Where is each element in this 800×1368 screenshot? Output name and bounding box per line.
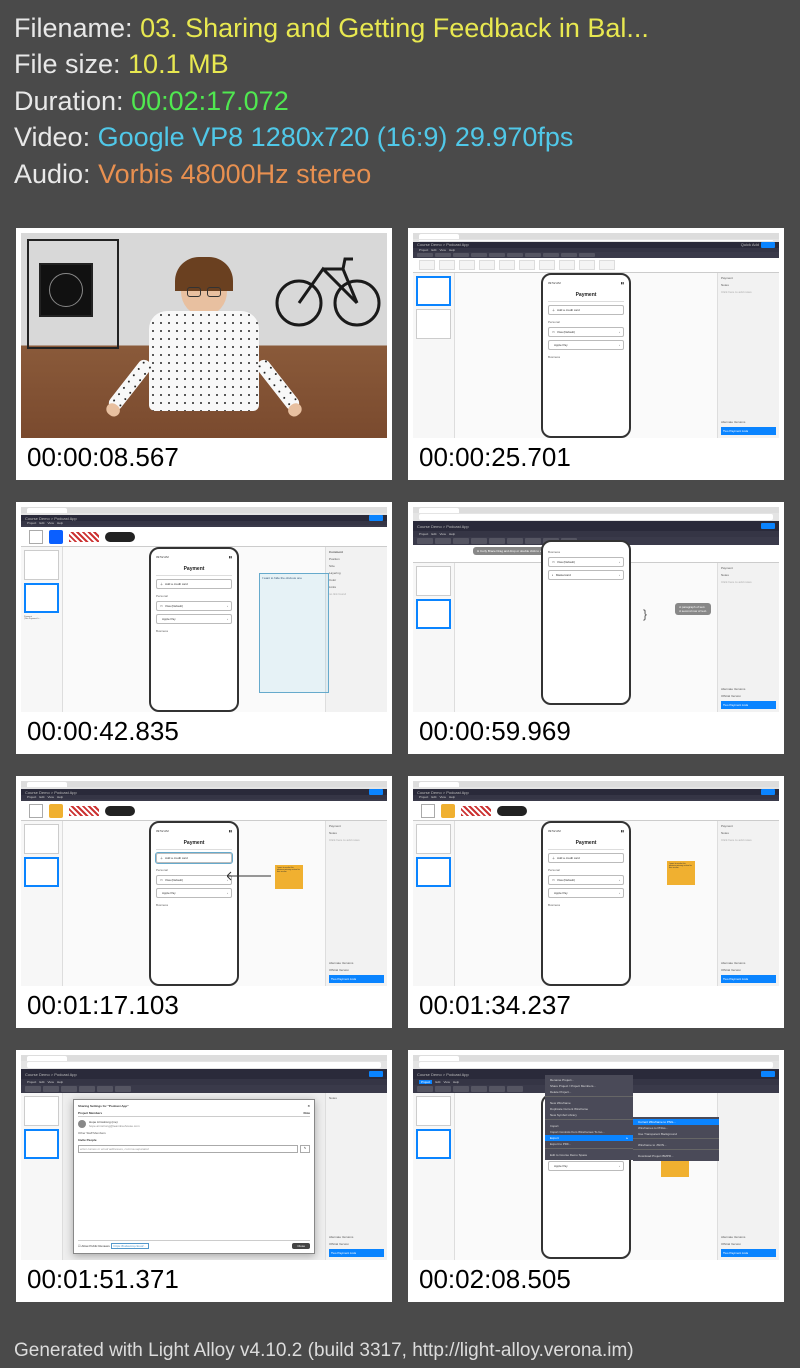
audio-value: Vorbis 48000Hz stereo — [98, 159, 371, 189]
filename-label: Filename: — [14, 13, 140, 43]
thumbnail-image: Course Demo > Podcast App ProjectEditVie… — [413, 507, 779, 712]
video-line: Video: Google VP8 1280x720 (16:9) 29.970… — [14, 119, 786, 155]
thumbnail-frame[interactable]: Course Demo > Podcast AppQuick Add Proje… — [408, 228, 784, 480]
quick-add: Quick Add — [741, 242, 759, 247]
thumbnail-image — [21, 233, 387, 438]
duration-line: Duration: 00:02:17.072 — [14, 83, 786, 119]
close-icon: ✕ — [307, 1104, 310, 1108]
thumbnail-image: Course Demo > Podcast App ProjectEditVie… — [21, 1055, 387, 1260]
timestamp-label: 00:00:08.567 — [21, 438, 387, 475]
timestamp-label: 00:01:51.371 — [21, 1260, 387, 1297]
timestamp-label: 00:02:08.505 — [413, 1260, 779, 1297]
comment-box: I want to hide the obvious one — [259, 573, 329, 693]
timestamp-label: 00:01:34.237 — [413, 986, 779, 1023]
audio-label: Audio: — [14, 159, 98, 189]
sticky-note: I want to make this obvious primary acti… — [275, 865, 303, 889]
thumbnail-frame[interactable]: Course Demo > Podcast App ProjectEditVie… — [16, 1050, 392, 1302]
thumbnail-frame[interactable]: Course Demo > Podcast App ProjectEditVie… — [16, 776, 392, 1028]
video-value: Google VP8 1280x720 (16:9) 29.970fps — [98, 122, 574, 152]
thumbnail-image: Course Demo > Podcast AppQuick Add Proje… — [413, 233, 779, 438]
close-button: Close — [292, 1243, 310, 1249]
media-info-block: Filename: 03. Sharing and Getting Feedba… — [0, 0, 800, 200]
sticky-note: I want to make this obvious primary acti… — [667, 861, 695, 885]
generator-footer: Generated with Light Alloy v4.10.2 (buil… — [14, 1340, 634, 1362]
filesize-value: 10.1 MB — [128, 49, 229, 79]
thumbnail-image: Course Demo > Podcast App ProjectEditVie… — [21, 781, 387, 986]
thumbnail-frame[interactable]: 00:00:08.567 — [16, 228, 392, 480]
thumbnail-frame[interactable]: Course Demo > Podcast App ProjectEditVie… — [408, 776, 784, 1028]
thumbnail-image: Course Demo > Podcast App ProjectEditVie… — [413, 1055, 779, 1260]
invite-input: enter names or email addresses, comma-se… — [78, 1145, 298, 1153]
timestamp-label: 00:00:42.835 — [21, 712, 387, 749]
share-button — [761, 242, 775, 248]
export-submenu: Current Wireframe to PNG... Wireframes t… — [633, 1117, 719, 1161]
thumbnail-frame[interactable]: Course Demo > Podcast App ProjectEditVie… — [408, 502, 784, 754]
thumbnail-grid: 00:00:08.567 Course Demo > Podcast App Qu… — [0, 200, 800, 1312]
send-icon: ✎ — [300, 1145, 310, 1153]
timestamp-label: 00:01:17.103 — [21, 986, 387, 1023]
thumbnail-image: Course Demo > Podcast App ProjectEditVie… — [413, 781, 779, 986]
tooltip: H Curly Brace Drag and drop or double cl… — [473, 547, 549, 555]
filesize-label: File size: — [14, 49, 128, 79]
breadcrumb: Course Demo > Podcast App — [417, 242, 469, 247]
callout-box: A paragraph of text. A second row of tex… — [675, 603, 711, 615]
timestamp-label: 00:00:59.969 — [413, 712, 779, 749]
sharing-dialog: Sharing Settings for "Podcast App"✕ Proj… — [73, 1099, 315, 1254]
thumbnail-image: Course Demo > Podcast App ProjectEditVie… — [21, 507, 387, 712]
filename-value: 03. Sharing and Getting Feedback in Bal.… — [140, 13, 649, 43]
thumbnail-frame[interactable]: Course Demo > Podcast App ProjectEditVie… — [408, 1050, 784, 1302]
duration-label: Duration: — [14, 86, 131, 116]
thumbnail-frame[interactable]: Course Demo > Podcast App ProjectEditVie… — [16, 502, 392, 754]
alt-version-selected: Two Payment Lists — [721, 427, 776, 435]
filesize-line: File size: 10.1 MB — [14, 46, 786, 82]
timestamp-label: 00:00:25.701 — [413, 438, 779, 475]
duration-value: 00:02:17.072 — [131, 86, 289, 116]
filename-line: Filename: 03. Sharing and Getting Feedba… — [14, 10, 786, 46]
project-menu: Rename Project... Share Project / Projec… — [545, 1075, 633, 1160]
video-label: Video: — [14, 122, 98, 152]
phone-title: Payment — [548, 290, 624, 302]
panel-title: Payment — [721, 276, 776, 280]
audio-line: Audio: Vorbis 48000Hz stereo — [14, 156, 786, 192]
